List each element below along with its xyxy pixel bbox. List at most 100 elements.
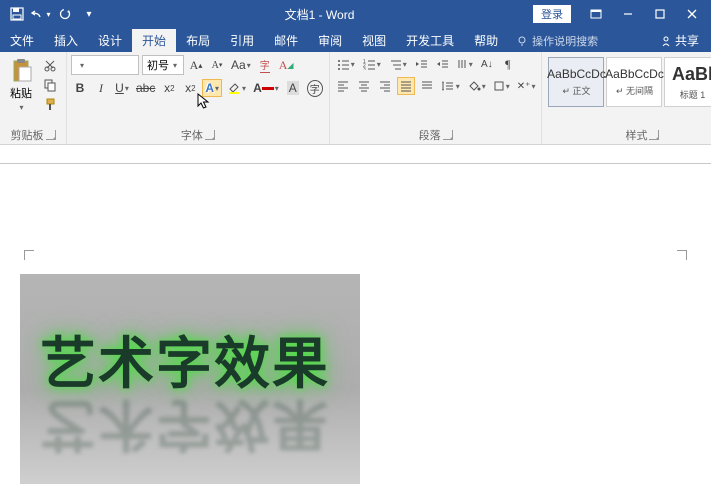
sort-button[interactable]: A↓ [478,55,496,73]
maximize-button[interactable] [645,3,675,25]
style-normal[interactable]: AaBbCcDc ↵ 正文 [548,57,604,107]
font-size-combo[interactable]: 初号▾ [142,55,184,75]
subscript-button[interactable]: x2 [160,79,178,97]
save-button[interactable] [6,3,28,25]
line-spacing-button[interactable]: ▾ [439,77,462,95]
share-button[interactable]: 共享 [648,29,711,52]
group-styles: AaBbCcDc ↵ 正文 AaBbCcDc ↵ 无间隔 AaBl 标题 1 ▴… [542,52,711,144]
page-corner-tr [677,250,687,260]
ribbon: 粘贴 ▾ 剪贴板 ▾ 初号▾ A▴ A▾ Aa▾ 字 A◢ B [0,52,711,145]
format-painter-button[interactable] [41,95,59,113]
paste-label: 粘贴 [10,85,32,101]
shading-button[interactable]: ▾ [465,77,488,95]
grow-font-button[interactable]: A▴ [187,56,205,74]
tab-file[interactable]: 文件 [0,29,44,52]
tab-review[interactable]: 审阅 [308,29,352,52]
style-no-spacing[interactable]: AaBbCcDc ↵ 无间隔 [606,57,662,107]
tab-layout[interactable]: 布局 [176,29,220,52]
ribbon-display-options[interactable] [581,3,611,25]
char-shading-button[interactable]: A [284,79,302,97]
undo-button[interactable]: ▾ [30,3,52,25]
group-clipboard-label: 剪贴板 [11,127,44,143]
group-clipboard: 粘贴 ▾ 剪贴板 [0,52,67,144]
cut-button[interactable] [41,57,59,75]
distributed-button[interactable] [418,77,436,95]
group-font-label: 字体 [181,127,203,143]
superscript-button[interactable]: x2 [181,79,199,97]
show-marks-button[interactable]: ¶ [499,55,517,73]
tell-me-search[interactable]: 操作说明搜索 [508,30,606,52]
asian-layout-button[interactable]: ▾ [454,55,475,73]
tab-insert[interactable]: 插入 [44,29,88,52]
wordart-reflection: 艺术字效果 [40,388,330,469]
multilevel-list-button[interactable]: ▾ [386,55,409,73]
copy-button[interactable] [41,76,59,94]
bullets-button[interactable]: ▾ [334,55,357,73]
dialog-launcher[interactable] [443,130,453,140]
group-font: ▾ 初号▾ A▴ A▾ Aa▾ 字 A◢ B I U▾ abc x2 x2 A▾… [67,52,330,144]
login-button[interactable]: 登录 [533,5,571,23]
share-icon [660,35,672,47]
enclose-char-button[interactable]: 字 [305,79,325,97]
borders-button[interactable]: ▾ [491,77,512,95]
dialog-launcher[interactable] [649,130,659,140]
lightbulb-icon [516,35,528,47]
justify-button[interactable] [397,77,415,95]
asian-typography-button[interactable]: ✕⁺▾ [515,77,538,95]
style-gallery: AaBbCcDc ↵ 正文 AaBbCcDc ↵ 无间隔 AaBl 标题 1 ▴… [546,55,711,109]
tab-references[interactable]: 引用 [220,29,264,52]
tab-view[interactable]: 视图 [352,29,396,52]
group-paragraph: ▾ 123▾ ▾ ▾ A↓ ¶ ▾ ▾ ▾ ✕⁺▾ 段落 [330,52,543,144]
tab-design[interactable]: 设计 [88,29,132,52]
document-title: 文档1 - Word [106,6,533,23]
qat-customize[interactable]: ▾ [78,3,100,25]
scissors-icon [43,59,57,73]
brush-icon [43,97,57,111]
copy-icon [43,78,57,92]
document-area[interactable]: 艺术字效果 艺术字效果 [0,164,711,500]
increase-indent-button[interactable] [433,55,451,73]
dialog-launcher[interactable] [205,130,215,140]
text-effects-button[interactable]: A▾ [202,79,222,97]
group-styles-label: 样式 [625,127,647,143]
decrease-indent-button[interactable] [412,55,430,73]
window-controls [581,3,711,25]
title-bar: ▾ ▾ 文档1 - Word 登录 [0,0,711,28]
numbering-button[interactable]: 123▾ [360,55,383,73]
tab-home[interactable]: 开始 [132,29,176,52]
shrink-font-button[interactable]: A▾ [208,56,226,74]
clear-formatting-button[interactable]: A◢ [277,56,296,74]
highlight-button[interactable]: ▾ [225,79,248,97]
group-paragraph-label: 段落 [419,127,441,143]
align-center-button[interactable] [355,77,373,95]
tab-help[interactable]: 帮助 [464,29,508,52]
font-color-button[interactable]: A▾ [251,79,281,97]
align-right-button[interactable] [376,77,394,95]
quick-access-toolbar: ▾ ▾ [0,3,106,25]
strikethrough-button[interactable]: abc [134,79,157,97]
bold-button[interactable]: B [71,79,89,97]
paste-icon [10,57,32,83]
share-label: 共享 [675,32,699,49]
phonetic-guide-button[interactable]: 字 [256,56,274,74]
change-case-button[interactable]: Aa▾ [229,56,253,74]
style-heading1[interactable]: AaBl 标题 1 [664,57,711,107]
ribbon-tabs: 文件 插入 设计 开始 布局 引用 邮件 审阅 视图 开发工具 帮助 操作说明搜… [0,28,711,52]
highlighter-icon [227,81,241,95]
tell-me-label: 操作说明搜索 [532,33,598,49]
tab-mailings[interactable]: 邮件 [264,29,308,52]
chevron-down-icon: ▾ [19,103,23,112]
align-left-button[interactable] [334,77,352,95]
font-name-combo[interactable]: ▾ [71,55,139,75]
paste-button[interactable]: 粘贴 ▾ [4,55,38,114]
svg-text:3: 3 [363,67,366,70]
redo-button[interactable] [54,3,76,25]
underline-button[interactable]: U▾ [113,79,131,97]
italic-button[interactable]: I [92,79,110,97]
close-button[interactable] [677,3,707,25]
tab-developer[interactable]: 开发工具 [396,29,464,52]
dialog-launcher[interactable] [46,130,56,140]
minimize-button[interactable] [613,3,643,25]
paint-bucket-icon [467,80,481,92]
ruler [0,145,711,164]
